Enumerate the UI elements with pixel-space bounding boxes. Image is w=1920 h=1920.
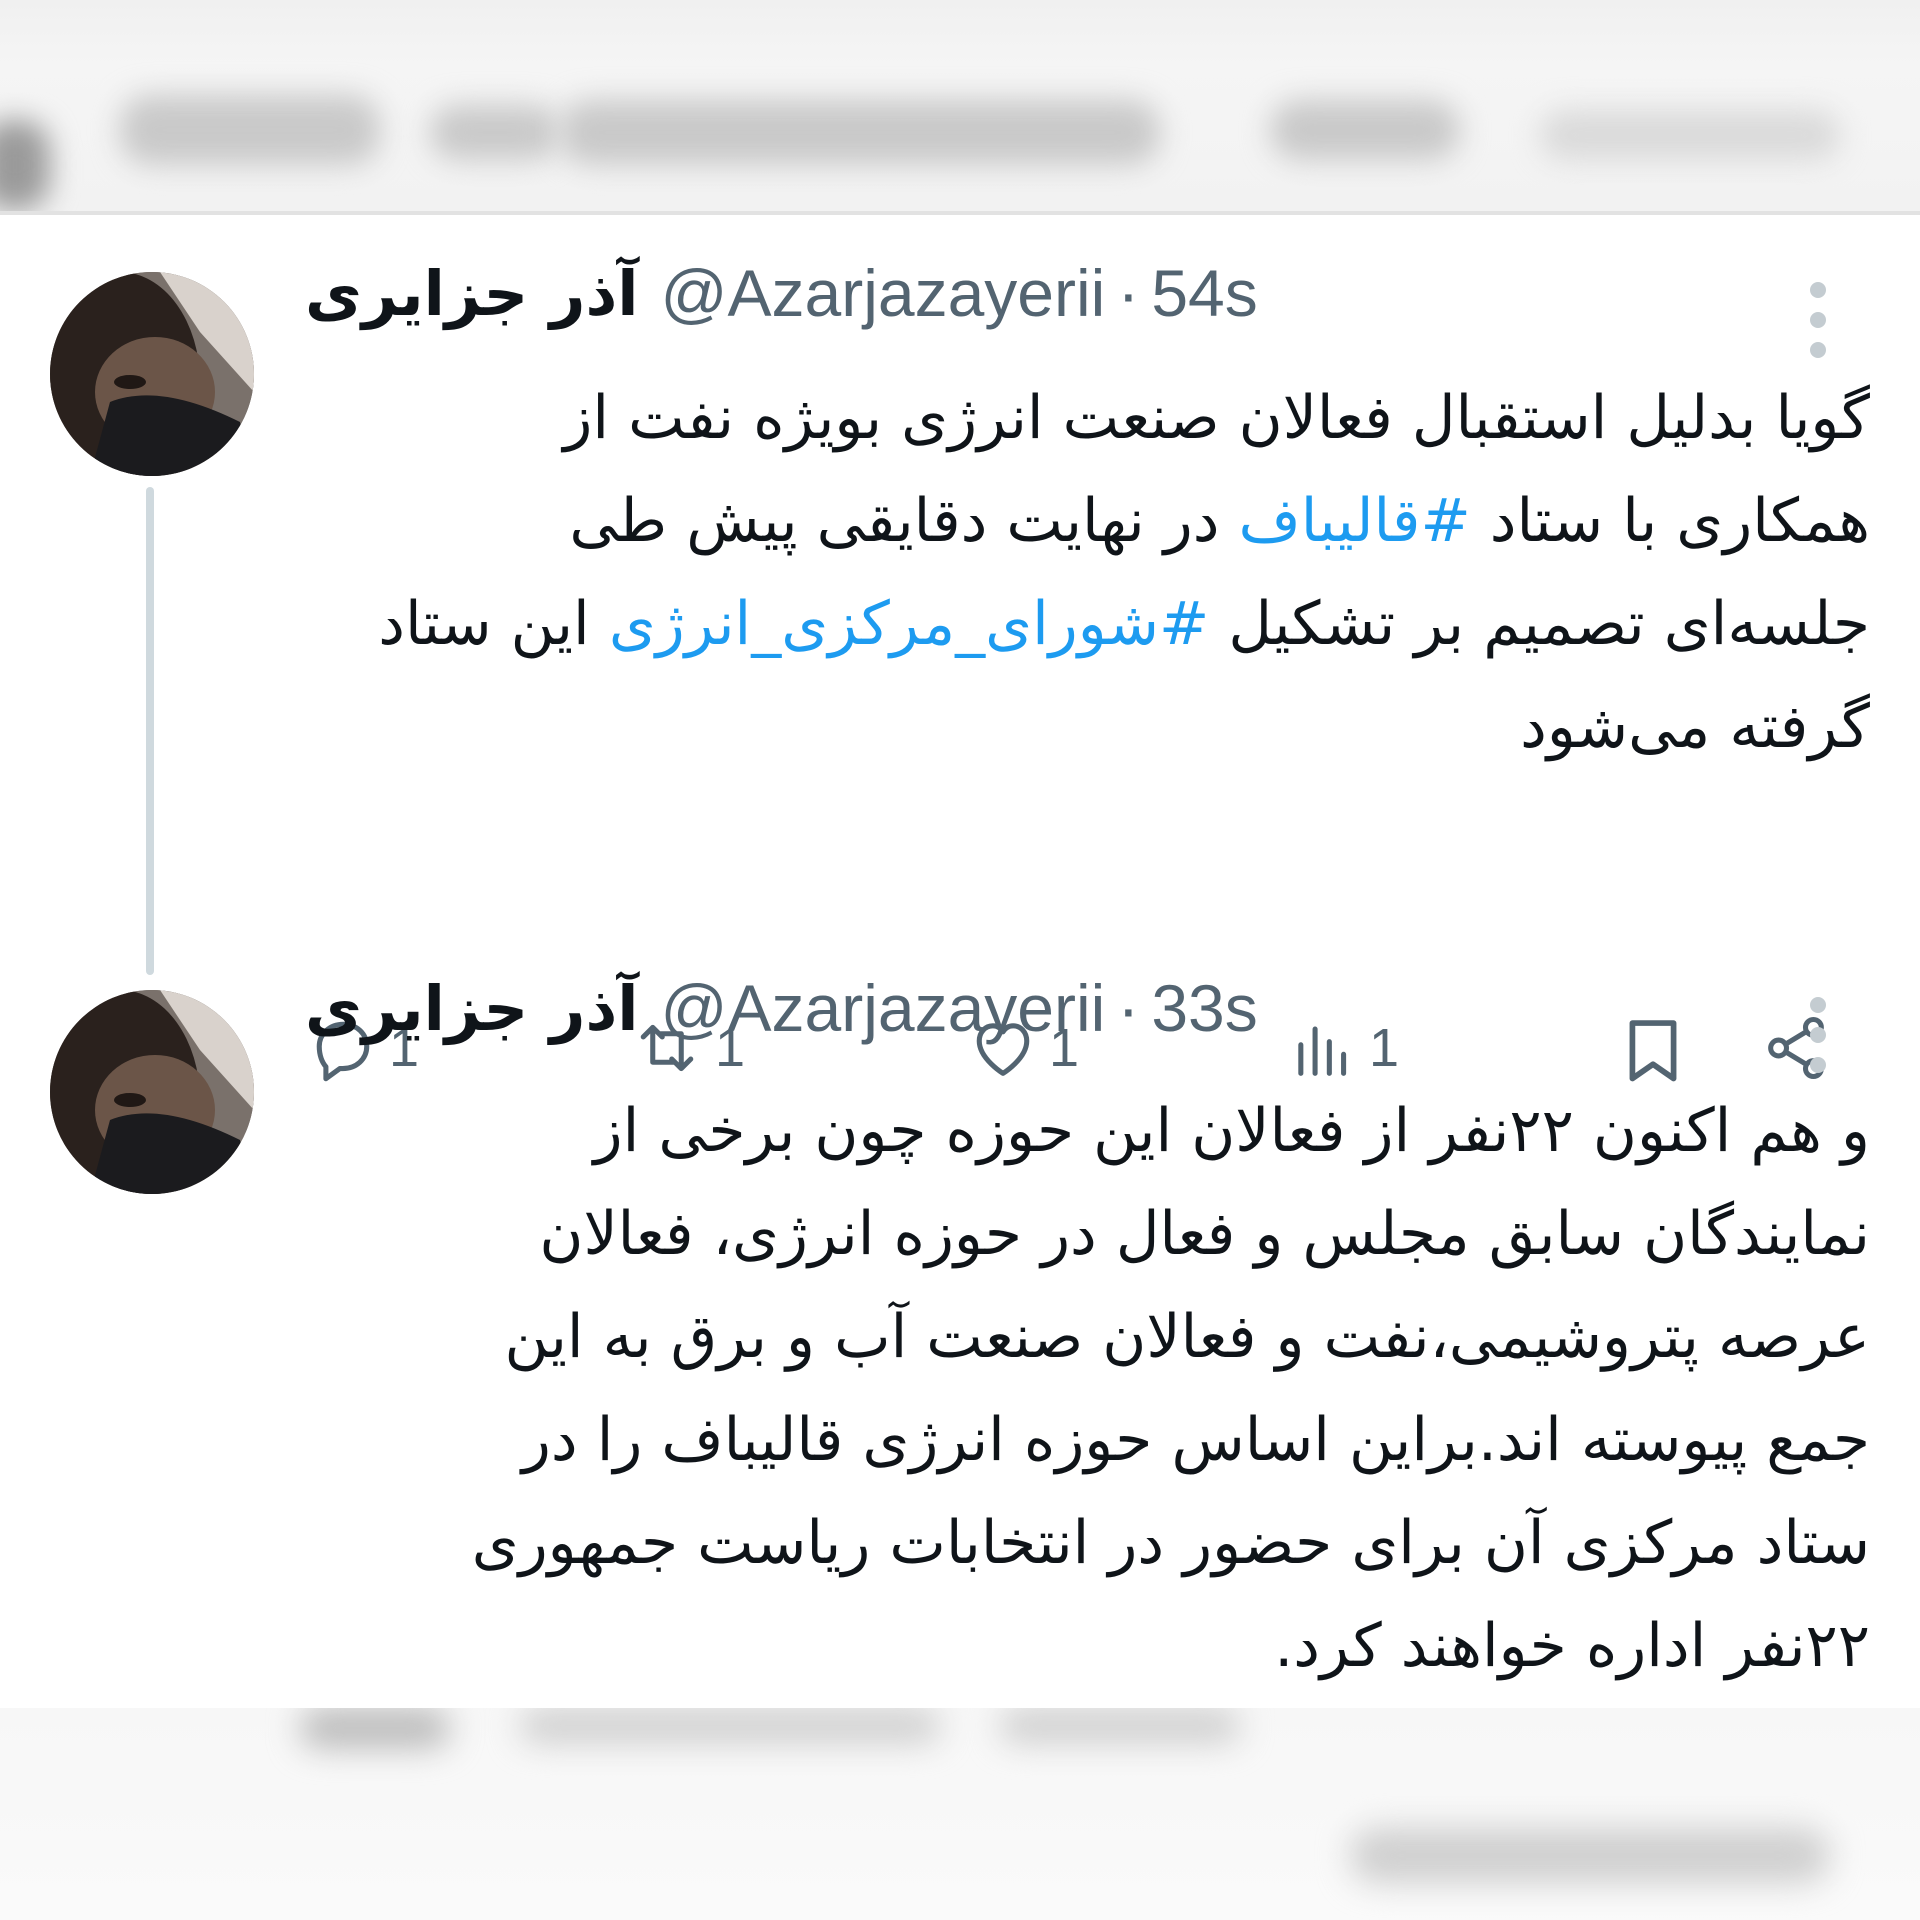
tweet-header: آذر جزایری @Azarjazayerii · 33s: [305, 968, 1625, 1048]
avatar[interactable]: [50, 272, 254, 476]
text-segment: گرفته می‌شود: [1520, 692, 1870, 762]
avatar[interactable]: [50, 990, 254, 1194]
tweet-text: و هم اکنون ۲۲نفر از فعالان این حوزه چون …: [305, 1080, 1870, 1698]
hashtag-link[interactable]: #قالیباف: [1239, 486, 1471, 556]
text-segment: این ستاد: [378, 589, 609, 659]
blurred-background-top: [0, 0, 1920, 215]
tweet-text-line: نمایندگان سابق مجلس و فعال در حوزه انرژی…: [305, 1183, 1870, 1286]
tweet-text-line: ۲۲نفر اداره خواهند کرد.: [305, 1595, 1870, 1698]
user-handle[interactable]: @Azarjazayerii: [661, 970, 1106, 1046]
avatar-image: [50, 990, 254, 1194]
tweet-thread-card: آذر جزایری @Azarjazayerii · 54s گویا بدل…: [0, 215, 1920, 1708]
share-button[interactable]: [1758, 1010, 1842, 1086]
text-segment: عرصه پتروشیمی،نفت و فعالان صنعت آب و برق…: [504, 1302, 1870, 1372]
user-handle[interactable]: @Azarjazayerii: [661, 255, 1106, 331]
text-segment: ۲۲نفر اداره خواهند کرد.: [1274, 1611, 1870, 1681]
text-segment: همکاری با ستاد: [1470, 486, 1870, 556]
text-segment: جمع پیوسته اند.براین اساس حوزه انرژی قال…: [521, 1405, 1870, 1475]
text-segment: و هم اکنون ۲۲نفر از فعالان این حوزه چون …: [593, 1096, 1870, 1166]
tweet-timestamp[interactable]: 33s: [1151, 970, 1257, 1046]
tweet-text-line: گویا بدلیل استقبال فعالان صنعت انرژی بوی…: [305, 367, 1870, 470]
thread-connector-line: [146, 487, 154, 975]
tweet-text-line: و هم اکنون ۲۲نفر از فعالان این حوزه چون …: [305, 1080, 1870, 1183]
tweet-text: گویا بدلیل استقبال فعالان صنعت انرژی بوی…: [305, 367, 1870, 779]
display-name[interactable]: آذر جزایری: [305, 257, 639, 330]
text-segment: جلسه‌ای تصمیم بر تشکیل: [1209, 589, 1870, 659]
separator-dot: ·: [1117, 256, 1140, 330]
tweet-text-line: جلسه‌ای تصمیم بر تشکیل #شورای_مرکزی_انرژ…: [305, 573, 1870, 676]
display-name[interactable]: آذر جزایری: [305, 972, 639, 1045]
text-segment: در نهایت دقایقی پیش طی: [569, 486, 1239, 556]
bookmark-button[interactable]: [1615, 1010, 1699, 1090]
bookmark-icon: [1629, 1020, 1677, 1082]
tweet-text-line: همکاری با ستاد #قالیباف در نهایت دقایقی …: [305, 470, 1870, 573]
tweet-text-line: جمع پیوسته اند.براین اساس حوزه انرژی قال…: [305, 1389, 1870, 1492]
hashtag-link[interactable]: #شورای_مرکزی_انرژی: [609, 589, 1209, 659]
tweet-timestamp[interactable]: 54s: [1151, 255, 1257, 331]
text-segment: نمایندگان سابق مجلس و فعال در حوزه انرژی…: [539, 1199, 1870, 1269]
avatar-image: [50, 272, 254, 476]
tweet-text-line: گرفته می‌شود: [305, 676, 1870, 779]
tweet-header: آذر جزایری @Azarjazayerii · 54s: [305, 253, 1625, 333]
text-segment: ستاد مرکزی آن برای حضور در انتخابات ریاس…: [471, 1508, 1870, 1578]
tweet-text-line: عرصه پتروشیمی،نفت و فعالان صنعت آب و برق…: [305, 1286, 1870, 1389]
separator-dot: ·: [1117, 971, 1140, 1045]
text-segment: گویا بدلیل استقبال فعالان صنعت انرژی بوی…: [563, 383, 1870, 453]
blurred-background-bottom: [0, 1708, 1920, 1920]
tweet-text-line: ستاد مرکزی آن برای حضور در انتخابات ریاس…: [305, 1492, 1870, 1595]
